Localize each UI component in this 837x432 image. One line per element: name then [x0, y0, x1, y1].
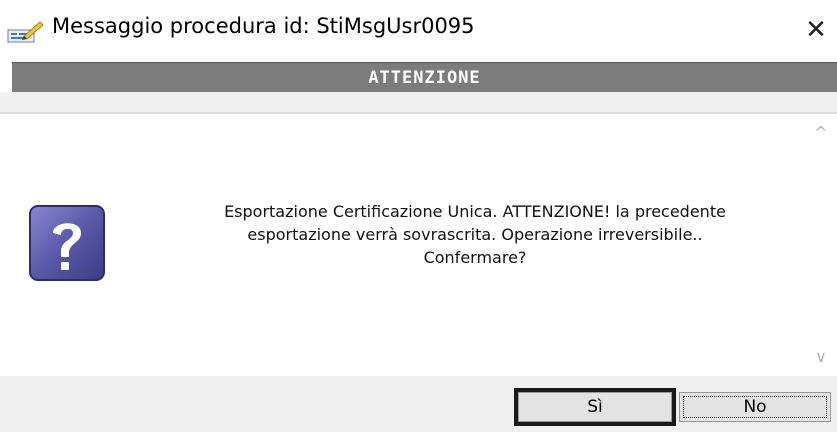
edit-document-icon — [6, 20, 46, 44]
vertical-scrollbar[interactable]: ^ ∨ — [806, 114, 836, 376]
close-icon: ✕ — [805, 15, 827, 45]
button-bar: Sì No — [0, 376, 837, 432]
header-title: ATTENZIONE — [368, 68, 481, 88]
question-mark-icon — [27, 203, 107, 287]
message-area: Esportazione Certificazione Unica. ATTEN… — [0, 114, 837, 376]
message-line: Confermare? — [423, 248, 527, 267]
separator-band — [0, 92, 837, 114]
yes-button-label: Sì — [587, 397, 603, 417]
header-band: ATTENZIONE — [12, 62, 837, 93]
no-button-label: No — [743, 397, 767, 417]
message-line: esportazione verrà sovrascrita. Operazio… — [247, 225, 703, 244]
no-button[interactable]: No — [679, 392, 831, 422]
message-line: Esportazione Certificazione Unica. ATTEN… — [224, 202, 726, 221]
message-text: Esportazione Certificazione Unica. ATTEN… — [160, 200, 790, 269]
close-button[interactable]: ✕ — [798, 12, 834, 48]
yes-button[interactable]: Sì — [514, 388, 676, 426]
title-bar: Messaggio procedura id: StiMsgUsr0095 ✕ — [0, 0, 837, 62]
scroll-up-icon[interactable]: ^ — [806, 118, 836, 148]
scroll-down-icon[interactable]: ∨ — [806, 342, 836, 372]
window-title: Messaggio procedura id: StiMsgUsr0095 — [52, 14, 475, 38]
